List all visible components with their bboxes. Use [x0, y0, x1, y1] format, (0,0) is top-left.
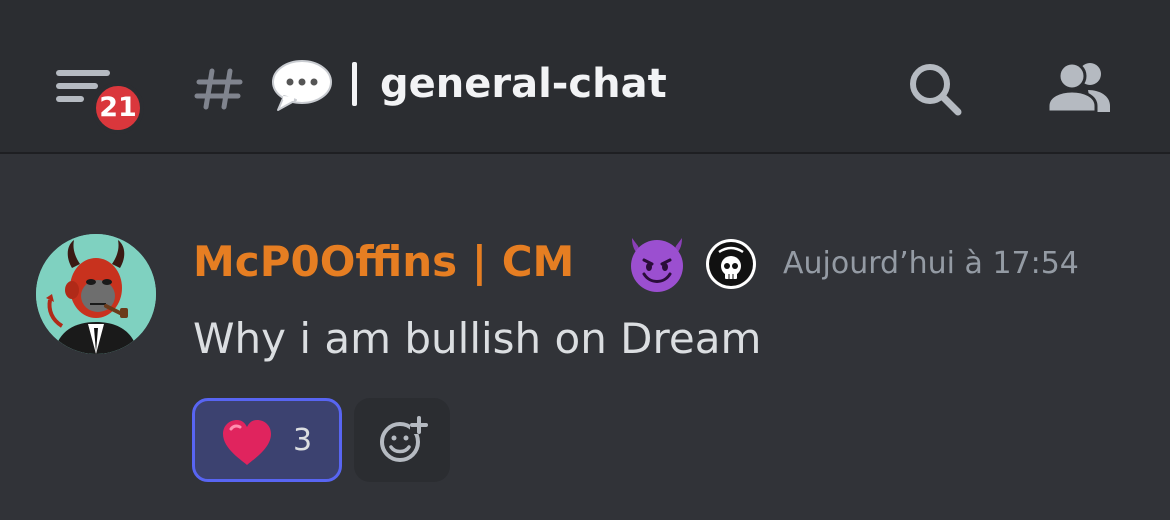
message-timestamp: Aujourd’hui à 17:54 — [783, 246, 1079, 281]
chat-message: McP0Offins | CM Aujourd’hui à 17:54 Why … — [0, 152, 1170, 520]
notification-badge: 21 — [92, 82, 144, 134]
menu-button[interactable]: 21 — [52, 62, 152, 134]
speech-balloon-icon — [272, 60, 332, 111]
red-heart-emoji-icon — [223, 420, 271, 465]
add-reaction-button[interactable] — [354, 398, 450, 482]
message-content: Why i am bullish on Dream — [193, 314, 762, 363]
search-icon[interactable] — [906, 60, 964, 118]
reaction-heart-button[interactable]: 3 — [192, 398, 342, 482]
author-avatar[interactable] — [36, 234, 156, 354]
add-reaction-icon — [380, 416, 428, 462]
ape-avatar-icon — [36, 234, 156, 354]
hash-icon — [194, 68, 243, 110]
croots-skull-badge-icon — [706, 239, 756, 289]
members-icon[interactable] — [1046, 60, 1114, 116]
channel-name[interactable]: general-chat — [380, 56, 667, 112]
message-author[interactable]: McP0Offins | CM — [193, 232, 574, 292]
channel-header: 21 general-chat — [0, 0, 1170, 154]
reaction-count: 3 — [293, 423, 313, 458]
channel-divider — [352, 62, 357, 106]
smiling-devil-emoji-icon — [631, 238, 683, 292]
